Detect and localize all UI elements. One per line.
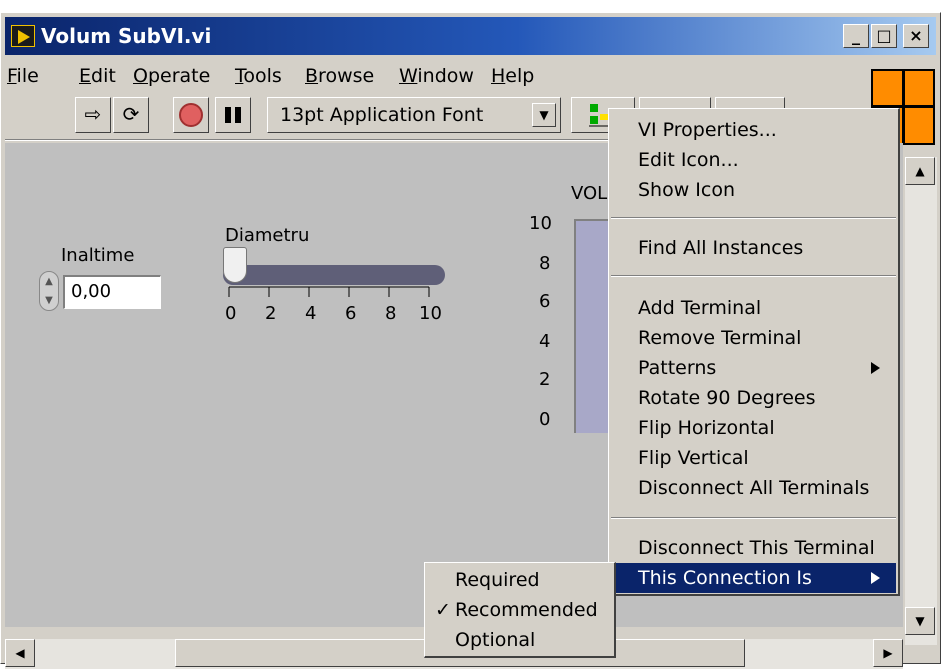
menu-help[interactable]: Help (491, 65, 534, 87)
slider-tick-0: 0 (225, 303, 237, 324)
slider-label: Diametru (225, 225, 310, 246)
submenu-item-required[interactable]: Required (427, 565, 612, 595)
menu-item-add-terminal[interactable]: Add Terminal (611, 293, 896, 323)
submenu-arrow-icon (871, 572, 880, 584)
tank-tick-10: 10 (529, 213, 552, 234)
menu-file[interactable]: File (7, 65, 39, 87)
numeric-value[interactable]: 0,00 (63, 275, 161, 309)
menu-item-patterns[interactable]: Patterns (611, 353, 896, 383)
scroll-left-icon[interactable]: ◀ (5, 639, 35, 667)
menu-item-show-icon[interactable]: Show Icon (611, 175, 896, 205)
checkmark-icon: ✓ (435, 599, 451, 621)
connector-context-menu: VI Properties... Edit Icon... Show Icon … (608, 108, 900, 596)
scroll-up-icon[interactable]: ▲ (905, 157, 935, 185)
slider-knob[interactable] (223, 247, 247, 283)
menu-separator (611, 217, 896, 219)
menu-item-edit-icon[interactable]: Edit Icon... (611, 145, 896, 175)
tank-tick-2: 2 (539, 369, 551, 390)
tank-tick-0: 0 (539, 409, 551, 430)
menu-item-disconnect-all[interactable]: Disconnect All Terminals (611, 473, 896, 503)
run-continuously-icon[interactable]: ⟳ (113, 97, 149, 133)
title-bar[interactable]: Volum SubVI.vi _ □ × (5, 17, 936, 55)
menu-item-remove-terminal[interactable]: Remove Terminal (611, 323, 896, 353)
tank-tick-6: 6 (539, 291, 551, 312)
slider-tick-6: 6 (345, 303, 357, 324)
menu-window[interactable]: Window (399, 65, 474, 87)
submenu-arrow-icon (871, 362, 880, 374)
menu-item-flip-vertical[interactable]: Flip Vertical (611, 443, 896, 473)
menu-tools[interactable]: Tools (235, 65, 282, 87)
menu-edit[interactable]: Edit (79, 65, 116, 87)
pause-icon[interactable] (215, 97, 251, 133)
tank-tick-8: 8 (539, 253, 551, 274)
submenu-item-recommended-label: Recommended (455, 599, 598, 621)
tank-label: VOL (571, 183, 608, 204)
menu-separator (611, 275, 896, 277)
slider-track[interactable] (223, 265, 445, 285)
scroll-down-icon[interactable]: ▼ (905, 607, 935, 635)
menu-item-vi-properties[interactable]: VI Properties... (611, 115, 896, 145)
menu-item-this-connection-is[interactable]: This Connection Is (611, 563, 896, 593)
numeric-label: Inaltime (61, 245, 135, 266)
labview-vi-icon (11, 25, 35, 47)
chevron-down-icon[interactable]: ▼ (532, 103, 556, 127)
menu-item-find-all-instances[interactable]: Find All Instances (611, 233, 896, 263)
font-value: 13pt Application Font (280, 104, 484, 126)
font-dropdown[interactable]: 13pt Application Font ▼ (267, 97, 561, 133)
minimize-button[interactable]: _ (843, 24, 869, 48)
submenu-item-optional[interactable]: Optional (427, 625, 612, 655)
close-button[interactable]: × (903, 24, 929, 48)
connection-type-submenu: Required ✓ Recommended Optional (424, 562, 616, 658)
window-title: Volum SubVI.vi (41, 24, 212, 48)
menu-browse[interactable]: Browse (305, 65, 374, 87)
increment-decrement-icon[interactable]: ▲ ▼ (39, 271, 59, 311)
menu-operate[interactable]: Operate (133, 65, 210, 87)
abort-icon[interactable] (173, 97, 209, 133)
slider-tick-10: 10 (419, 303, 442, 324)
slider-scale (228, 286, 430, 297)
tank-tick-4: 4 (539, 331, 551, 352)
maximize-button[interactable]: □ (871, 24, 897, 48)
slider-tick-8: 8 (385, 303, 397, 324)
menu-bar: File Edit Operate Tools Browse Window He… (5, 59, 865, 93)
menu-item-patterns-label: Patterns (638, 357, 717, 379)
menu-item-flip-horizontal[interactable]: Flip Horizontal (611, 413, 896, 443)
menu-item-rotate[interactable]: Rotate 90 Degrees (611, 383, 896, 413)
vertical-scrollbar[interactable]: ▲ ▼ (905, 157, 937, 645)
scroll-right-icon[interactable]: ▶ (873, 639, 903, 667)
submenu-item-recommended[interactable]: ✓ Recommended (427, 595, 612, 625)
slider-tick-4: 4 (305, 303, 317, 324)
slider-tick-2: 2 (265, 303, 277, 324)
numeric-control[interactable]: ▲ ▼ 0,00 (39, 271, 163, 311)
menu-item-disconnect-this[interactable]: Disconnect This Terminal (611, 533, 896, 563)
menu-item-this-connection-label: This Connection Is (638, 567, 812, 589)
run-arrow-icon[interactable]: ⇨ (75, 97, 111, 133)
menu-separator (611, 517, 896, 519)
